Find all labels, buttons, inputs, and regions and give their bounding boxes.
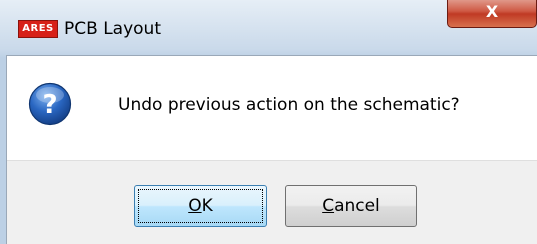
window-title: PCB Layout [64,19,161,39]
svg-text:?: ? [42,90,57,120]
close-button[interactable]: X [447,0,537,28]
button-bar [7,160,537,244]
dialog-window: ARES PCB Layout X ? Undo previous action… [0,0,537,244]
close-icon: X [485,2,499,21]
cancel-button[interactable]: Cancel [285,185,417,227]
question-icon: ? [28,82,72,126]
cancel-button-label: Cancel [322,196,380,216]
dialog-message: Undo previous action on the schematic? [118,95,460,115]
app-logo-icon: ARES [18,20,58,38]
title-bar[interactable]: ARES PCB Layout X [0,0,537,55]
ok-button[interactable]: OK [134,185,267,227]
ok-button-label: OK [188,196,213,216]
